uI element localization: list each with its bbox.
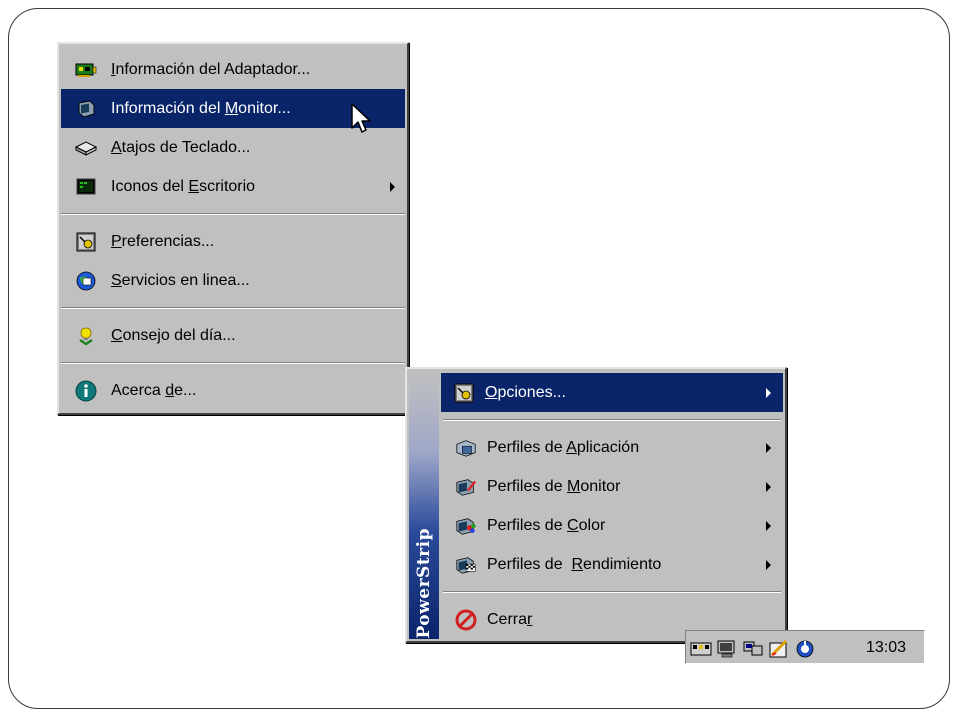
options-icon bbox=[453, 382, 475, 404]
network-icon[interactable] bbox=[690, 639, 712, 659]
info-icon bbox=[75, 380, 97, 402]
menu-item-about[interactable]: Acerca de... bbox=[59, 371, 407, 410]
app-profile-icon bbox=[455, 437, 477, 459]
menu-item-online-services[interactable]: Servicios en linea... bbox=[59, 261, 407, 300]
submenu-arrow-icon bbox=[766, 481, 771, 492]
menu-item-performance-profiles[interactable]: Perfiles de Rendimiento bbox=[441, 545, 783, 584]
tip-icon bbox=[75, 325, 97, 347]
menu-item-color-profiles[interactable]: Perfiles de Color bbox=[441, 506, 783, 545]
display-icon[interactable] bbox=[716, 639, 738, 659]
preferences-icon bbox=[75, 231, 97, 253]
menu-separator bbox=[59, 300, 407, 316]
tray-clock[interactable]: 13:03 bbox=[866, 639, 906, 657]
desktop-icon bbox=[75, 176, 97, 198]
pencil-icon[interactable] bbox=[768, 639, 790, 659]
submenu-arrow-icon bbox=[390, 181, 395, 192]
monitor-tray-icon[interactable] bbox=[742, 639, 764, 659]
menu-item-app-profiles[interactable]: Perfiles de Aplicación bbox=[441, 428, 783, 467]
submenu-arrow-icon bbox=[766, 442, 771, 453]
menu-item-tip-of-day[interactable]: Consejo del día... bbox=[59, 316, 407, 355]
menu-separator bbox=[441, 584, 783, 600]
close-icon bbox=[455, 609, 477, 631]
powerstrip-banner: PowerStrip bbox=[409, 371, 439, 639]
menu-separator bbox=[441, 412, 783, 428]
powerstrip-menu: PowerStrip Opciones... Perfiles de Aplic… bbox=[405, 367, 787, 643]
menu-separator bbox=[59, 355, 407, 371]
monitor-icon bbox=[75, 98, 97, 120]
menu-item-desktop-icons[interactable]: Iconos del Escritorio bbox=[59, 167, 407, 206]
menu-item-options[interactable]: Opciones... bbox=[441, 373, 783, 412]
menu-separator bbox=[59, 206, 407, 222]
performance-profile-icon bbox=[455, 554, 477, 576]
context-menu: Información del Adaptador... Información… bbox=[57, 42, 409, 415]
menu-item-monitor-profiles[interactable]: Perfiles de Monitor bbox=[441, 467, 783, 506]
adapter-card-icon bbox=[75, 59, 97, 81]
powerstrip-tray-icon[interactable] bbox=[794, 639, 816, 659]
color-profile-icon bbox=[455, 515, 477, 537]
mouse-cursor-icon bbox=[351, 103, 371, 133]
monitor-profile-icon bbox=[455, 476, 477, 498]
submenu-arrow-icon bbox=[766, 520, 771, 531]
keyboard-icon bbox=[75, 137, 97, 159]
menu-item-adapter-info[interactable]: Información del Adaptador... bbox=[59, 50, 407, 89]
online-services-icon bbox=[75, 270, 97, 292]
submenu-arrow-icon bbox=[766, 387, 771, 398]
system-tray: 13:03 bbox=[685, 630, 925, 664]
submenu-arrow-icon bbox=[766, 559, 771, 570]
menu-item-preferences[interactable]: Preferencias... bbox=[59, 222, 407, 261]
